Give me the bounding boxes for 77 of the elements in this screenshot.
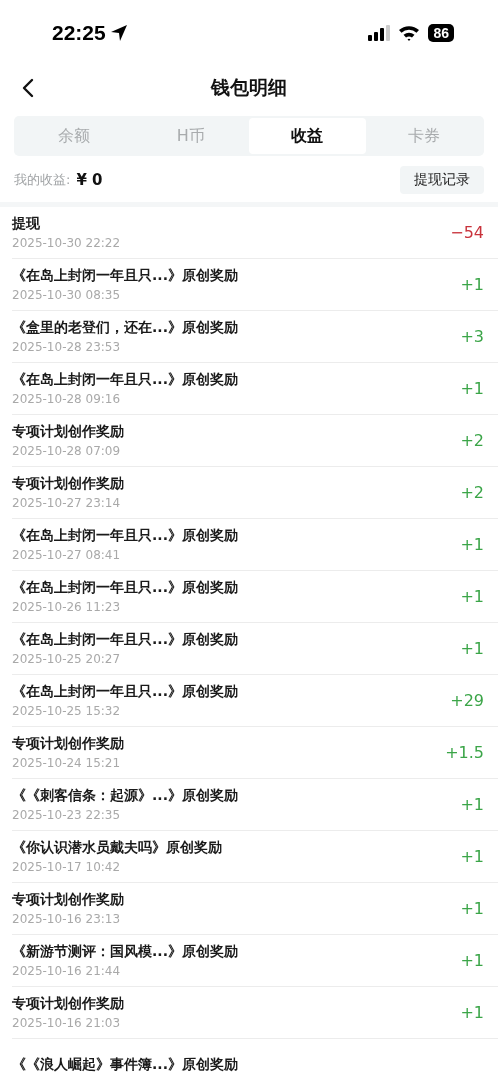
transaction-title: 专项计划创作奖励 <box>12 475 124 493</box>
transaction-date: 2025-10-30 22:22 <box>12 236 121 250</box>
transaction-date: 2025-10-25 20:27 <box>12 652 122 666</box>
transaction-amount: +1 <box>460 535 484 554</box>
transaction-amount: +1.5 <box>445 743 484 762</box>
transaction-amount: +1 <box>460 847 484 866</box>
transaction-row[interactable]: 专项计划创作奖励 2025-10-24 15:21 +1.5 <box>12 727 498 779</box>
transaction-row[interactable]: 《在岛上封闭一年且只...》原创奖励 2025-10-26 11:23 +1 <box>12 571 498 623</box>
page-title: 钱包明细 <box>211 75 287 100</box>
transaction-title: 提现 <box>12 215 41 233</box>
transaction-row[interactable]: 《在岛上封闭一年且只...》原创奖励 2025-10-25 15:32 +29 <box>12 675 498 727</box>
transaction-date: 2025-10-28 07:09 <box>12 444 122 458</box>
transaction-title: 《《刺客信条：起源》...》原创奖励 <box>12 787 238 805</box>
clock-time: 22:25 <box>52 21 106 45</box>
transaction-amount: +1 <box>460 1003 484 1022</box>
transaction-amount: +1 <box>460 899 484 918</box>
transaction-title: 专项计划创作奖励 <box>12 735 124 753</box>
earnings-label: 我的收益: <box>14 171 71 189</box>
transaction-row[interactable]: 《《刺客信条：起源》...》原创奖励 2025-10-23 22:35 +1 <box>12 779 498 831</box>
transaction-date: 2025-10-16 23:13 <box>12 912 122 926</box>
transaction-date: 2025-10-27 23:14 <box>12 496 122 510</box>
transaction-row[interactable]: 专项计划创作奖励 2025-10-16 23:13 +1 <box>12 883 498 935</box>
transaction-title: 《你认识潜水员戴夫吗》原创奖励 <box>12 839 222 857</box>
transaction-date: 2025-10-23 22:35 <box>12 808 122 822</box>
transaction-amount: −54 <box>450 223 484 242</box>
transaction-amount: +3 <box>460 327 484 346</box>
transaction-title: 《在岛上封闭一年且只...》原创奖励 <box>12 527 238 545</box>
back-icon <box>22 78 34 98</box>
transaction-date: 2025-10-16 21:44 <box>12 964 122 978</box>
location-arrow-icon <box>109 24 128 42</box>
transaction-title: 《《浪人崛起》事件簿...》原创奖励 <box>12 1055 238 1074</box>
transaction-row[interactable]: 专项计划创作奖励 2025-10-27 23:14 +2 <box>12 467 498 519</box>
transaction-title: 《盒里的老登们，还在...》原创奖励 <box>12 319 238 337</box>
transaction-amount: +29 <box>450 691 484 710</box>
transaction-row[interactable]: 《新游节测评：国风模...》原创奖励 2025-10-16 21:44 +1 <box>12 935 498 987</box>
transaction-date: 2025-10-30 08:35 <box>12 288 122 302</box>
transaction-date: 2025-10-28 09:16 <box>12 392 122 406</box>
transaction-title: 《在岛上封闭一年且只...》原创奖励 <box>12 631 238 649</box>
transaction-title: 专项计划创作奖励 <box>12 891 124 909</box>
transaction-row[interactable]: 提现 2025-10-30 22:22 −54 <box>12 207 498 259</box>
transaction-date: 2025-10-27 08:41 <box>12 548 122 562</box>
transaction-title: 《在岛上封闭一年且只...》原创奖励 <box>12 579 238 597</box>
earnings-amount: ¥ 0 <box>76 171 103 189</box>
transaction-title: 《在岛上封闭一年且只...》原创奖励 <box>12 683 238 701</box>
transaction-date: 2025-10-28 23:53 <box>12 340 122 354</box>
transaction-row[interactable]: 《在岛上封闭一年且只...》原创奖励 2025-10-25 20:27 +1 <box>12 623 498 675</box>
transaction-title: 《在岛上封闭一年且只...》原创奖励 <box>12 267 238 285</box>
transaction-amount: +1 <box>460 639 484 658</box>
transaction-title: 专项计划创作奖励 <box>12 423 124 441</box>
battery-level: 86 <box>428 24 454 42</box>
transaction-title: 《新游节测评：国风模...》原创奖励 <box>12 943 238 961</box>
transaction-row[interactable]: 《在岛上封闭一年且只...》原创奖励 2025-10-30 08:35 +1 <box>12 259 498 311</box>
transaction-title: 《在岛上封闭一年且只...》原创奖励 <box>12 371 238 389</box>
transaction-row[interactable]: 《在岛上封闭一年且只...》原创奖励 2025-10-28 09:16 +1 <box>12 363 498 415</box>
transaction-date: 2025-10-16 21:03 <box>12 1016 122 1030</box>
transaction-amount: +1 <box>460 951 484 970</box>
transaction-amount: +1 <box>460 275 484 294</box>
withdrawal-history-button[interactable]: 提现记录 <box>400 166 484 194</box>
signal-icon <box>368 25 391 41</box>
transaction-row[interactable]: 《在岛上封闭一年且只...》原创奖励 2025-10-27 08:41 +1 <box>12 519 498 571</box>
wifi-icon <box>398 25 421 41</box>
tab[interactable]: 收益 <box>249 118 366 154</box>
transaction-title: 专项计划创作奖励 <box>12 995 124 1013</box>
transaction-amount: +2 <box>460 431 484 450</box>
transaction-row[interactable]: 《《浪人崛起》事件簿...》原创奖励 <box>12 1039 498 1080</box>
transaction-row[interactable]: 《盒里的老登们，还在...》原创奖励 2025-10-28 23:53 +3 <box>12 311 498 363</box>
transaction-amount: +1 <box>460 379 484 398</box>
transaction-date: 2025-10-17 10:42 <box>12 860 122 874</box>
transaction-amount: +2 <box>460 483 484 502</box>
transaction-amount: +1 <box>460 587 484 606</box>
transaction-date: 2025-10-25 15:32 <box>12 704 122 718</box>
transaction-amount: +1 <box>460 795 484 814</box>
transaction-date: 2025-10-26 11:23 <box>12 600 122 614</box>
transaction-date: 2025-10-24 15:21 <box>12 756 122 770</box>
transaction-row[interactable]: 专项计划创作奖励 2025-10-28 07:09 +2 <box>12 415 498 467</box>
transaction-row[interactable]: 专项计划创作奖励 2025-10-16 21:03 +1 <box>12 987 498 1039</box>
transaction-row[interactable]: 《你认识潜水员戴夫吗》原创奖励 2025-10-17 10:42 +1 <box>12 831 498 883</box>
